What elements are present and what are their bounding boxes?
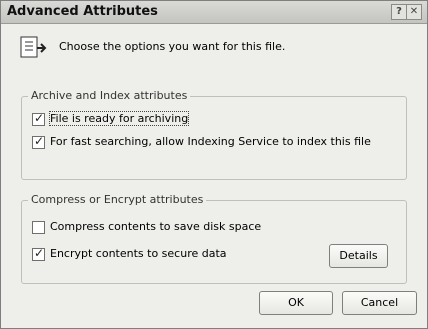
compress-group-legend: Compress or Encrypt attributes <box>28 193 207 206</box>
compress-checkbox[interactable] <box>32 221 45 234</box>
archive-group-legend: Archive and Index attributes <box>28 89 191 102</box>
compress-encrypt-group: Compress or Encrypt attributes Compress … <box>21 193 407 284</box>
ok-button[interactable]: OK <box>259 291 333 315</box>
intro-text: Choose the options you want for this fil… <box>59 40 286 53</box>
title-bar[interactable]: Advanced Attributes ? ✕ <box>1 1 427 24</box>
archive-checkbox[interactable] <box>32 111 45 126</box>
advanced-attributes-dialog: Advanced Attributes ? ✕ Choose the optio… <box>0 0 428 329</box>
dialog-title: Advanced Attributes <box>7 4 158 19</box>
details-button[interactable]: Details <box>329 244 388 268</box>
archive-checkbox-label[interactable]: File is ready for archiving <box>48 111 190 126</box>
indexing-checkbox-label[interactable]: For fast searching, allow Indexing Servi… <box>50 135 371 148</box>
help-button[interactable]: ? <box>391 4 407 20</box>
encrypt-checkbox-label[interactable]: Encrypt contents to secure data <box>50 247 227 260</box>
indexing-checkbox[interactable] <box>32 134 45 149</box>
cancel-button[interactable]: Cancel <box>342 291 417 315</box>
close-button[interactable]: ✕ <box>406 4 422 20</box>
file-options-icon <box>20 36 47 58</box>
archive-index-group: Archive and Index attributes File is rea… <box>21 89 407 180</box>
encrypt-checkbox[interactable] <box>32 246 45 261</box>
compress-checkbox-label[interactable]: Compress contents to save disk space <box>50 220 261 233</box>
